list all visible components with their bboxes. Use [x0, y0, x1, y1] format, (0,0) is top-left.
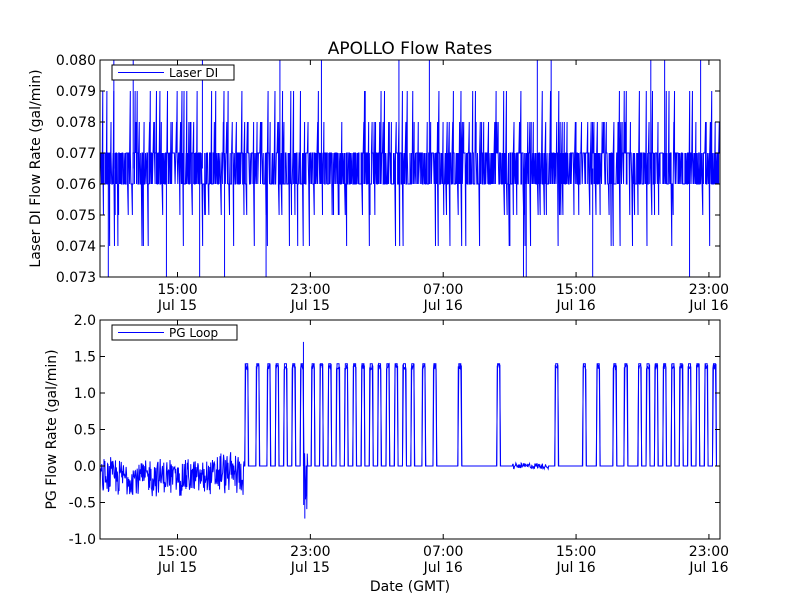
- x-tick-date-label: Jul 16: [688, 298, 728, 314]
- y-tick-label: 0.0: [74, 459, 96, 475]
- y-tick-label: 0.080: [56, 53, 96, 69]
- y-tick-label: 1.0: [74, 386, 96, 402]
- x-tick-time-label: 15:00: [556, 282, 596, 298]
- y-tick-label: -1.0: [69, 532, 96, 548]
- x-tick-time-label: 15:00: [157, 544, 197, 560]
- x-tick-date-label: Jul 16: [423, 298, 463, 314]
- pg-loop-legend-label: PG Loop: [169, 326, 218, 340]
- y-tick-label: 0.078: [56, 115, 96, 131]
- x-axis-label: Date (GMT): [370, 579, 450, 595]
- y-tick-label: -0.5: [69, 496, 96, 512]
- x-tick-date-label: Jul 16: [688, 560, 728, 576]
- y-tick-label: 0.073: [56, 270, 96, 286]
- figure-background: [0, 0, 800, 600]
- chart-title: APOLLO Flow Rates: [328, 39, 493, 59]
- x-tick-time-label: 15:00: [556, 544, 596, 560]
- y-tick-label: 2.0: [74, 313, 96, 329]
- figure: APOLLO Flow Rates 0.073 0.074 0.075 0.076 0.…: [0, 0, 800, 600]
- y-tick-label: 0.079: [56, 84, 96, 100]
- x-tick-date-label: Jul 15: [290, 560, 330, 576]
- y-tick-label: 0.5: [74, 423, 96, 439]
- y-tick-label: 0.077: [56, 146, 96, 162]
- y-tick-label: 0.074: [56, 239, 96, 255]
- x-tick-time-label: 23:00: [290, 282, 330, 298]
- x-tick-date-label: Jul 16: [555, 298, 595, 314]
- x-tick-date-label: Jul 15: [157, 560, 197, 576]
- laser-di-y-axis-label: Laser DI Flow Rate (gal/min): [28, 69, 44, 267]
- laser-di-legend-label: Laser DI: [169, 66, 218, 80]
- x-tick-time-label: 23:00: [689, 544, 729, 560]
- x-tick-date-label: Jul 16: [555, 560, 595, 576]
- x-tick-date-label: Jul 15: [157, 298, 197, 314]
- x-tick-time-label: 23:00: [689, 282, 729, 298]
- y-tick-label: 1.5: [74, 350, 96, 366]
- pg-loop-legend: PG Loop: [111, 324, 238, 341]
- x-tick-date-label: Jul 15: [290, 298, 330, 314]
- laser-di-legend: Laser DI: [111, 64, 235, 81]
- x-tick-time-label: 07:00: [423, 544, 463, 560]
- x-tick-time-label: 07:00: [423, 282, 463, 298]
- x-tick-date-label: Jul 16: [423, 560, 463, 576]
- pg-loop-y-axis-label: PG Flow Rate (gal/min): [44, 349, 60, 509]
- y-tick-label: 0.076: [56, 177, 96, 193]
- y-tick-label: 0.075: [56, 208, 96, 224]
- x-tick-time-label: 23:00: [290, 544, 330, 560]
- x-tick-time-label: 15:00: [157, 282, 197, 298]
